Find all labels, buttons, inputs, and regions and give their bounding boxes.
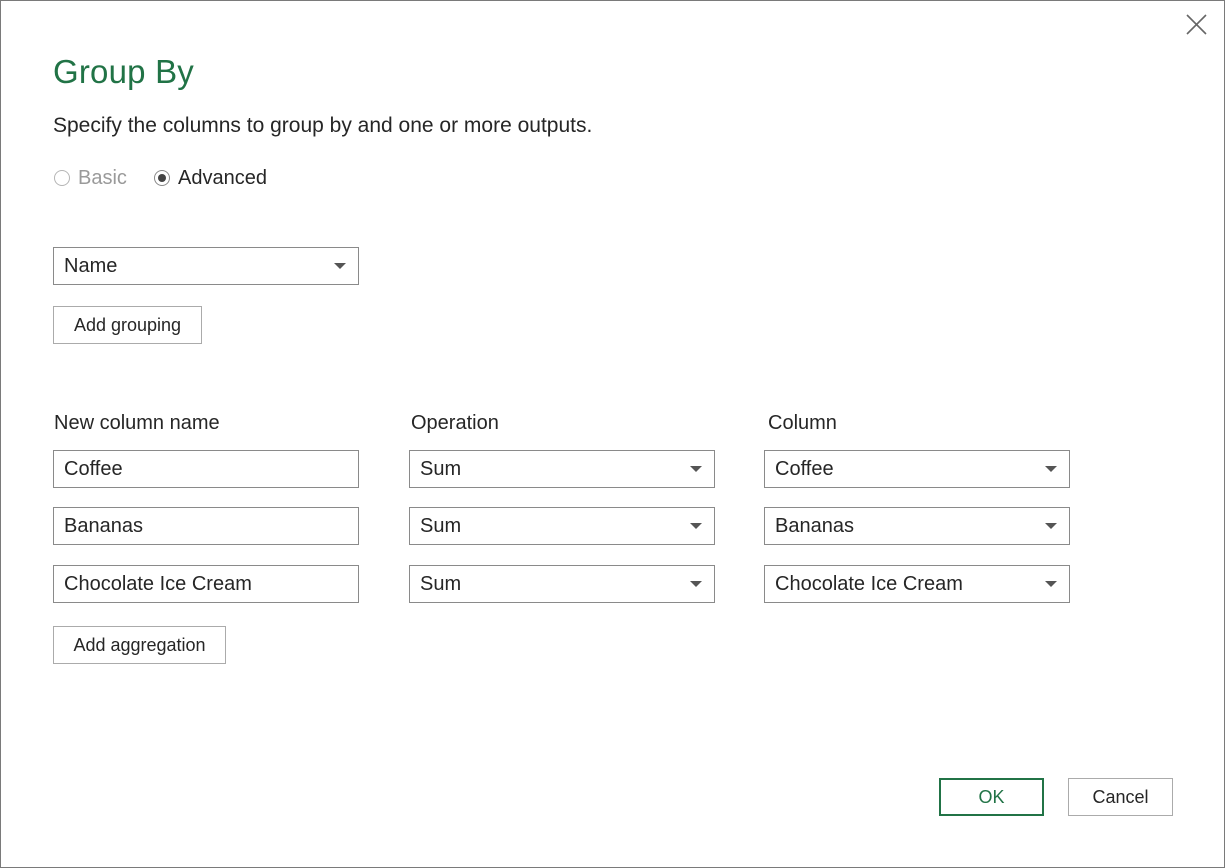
new-column-name-input[interactable]: Coffee bbox=[53, 450, 359, 488]
new-column-name-value: Chocolate Ice Cream bbox=[64, 572, 252, 595]
radio-advanced[interactable]: Advanced bbox=[154, 165, 267, 191]
cancel-button[interactable]: Cancel bbox=[1068, 778, 1173, 816]
close-button[interactable] bbox=[1181, 9, 1213, 41]
new-column-name-value: Bananas bbox=[64, 514, 143, 537]
column-dropdown[interactable]: Bananas bbox=[764, 507, 1070, 545]
column-dropdown[interactable]: Coffee bbox=[764, 450, 1070, 488]
operation-dropdown[interactable]: Sum bbox=[409, 507, 715, 545]
new-column-name-value: Coffee bbox=[64, 457, 123, 480]
chevron-down-icon bbox=[690, 523, 702, 529]
header-operation: Operation bbox=[411, 412, 499, 434]
radio-basic-circle bbox=[54, 170, 70, 186]
operation-dropdown[interactable]: Sum bbox=[409, 450, 715, 488]
radio-basic[interactable]: Basic bbox=[54, 165, 127, 191]
dialog-title: Group By bbox=[53, 53, 194, 90]
column-value: Coffee bbox=[775, 457, 834, 480]
operation-dropdown[interactable]: Sum bbox=[409, 565, 715, 603]
add-grouping-button[interactable]: Add grouping bbox=[53, 306, 202, 344]
grouping-column-dropdown[interactable]: Name bbox=[53, 247, 359, 285]
radio-advanced-circle bbox=[154, 170, 170, 186]
radio-basic-label: Basic bbox=[78, 166, 127, 189]
dialog-subtitle: Specify the columns to group by and one … bbox=[53, 114, 593, 137]
radio-selected-dot bbox=[158, 174, 166, 182]
chevron-down-icon bbox=[1045, 523, 1057, 529]
chevron-down-icon bbox=[690, 466, 702, 472]
operation-value: Sum bbox=[420, 572, 462, 595]
operation-value: Sum bbox=[420, 514, 462, 537]
new-column-name-input[interactable]: Chocolate Ice Cream bbox=[53, 565, 359, 603]
column-value: Chocolate Ice Cream bbox=[775, 572, 963, 595]
group-by-dialog: Group By Specify the columns to group by… bbox=[0, 0, 1225, 868]
chevron-down-icon bbox=[1045, 581, 1057, 587]
close-icon bbox=[1186, 14, 1207, 35]
ok-button[interactable]: OK bbox=[939, 778, 1044, 816]
chevron-down-icon bbox=[690, 581, 702, 587]
header-new-column-name: New column name bbox=[54, 412, 220, 434]
add-aggregation-button[interactable]: Add aggregation bbox=[53, 626, 226, 664]
new-column-name-input[interactable]: Bananas bbox=[53, 507, 359, 545]
chevron-down-icon bbox=[334, 263, 346, 269]
radio-advanced-label: Advanced bbox=[178, 166, 267, 189]
column-value: Bananas bbox=[775, 514, 854, 537]
chevron-down-icon bbox=[1045, 466, 1057, 472]
column-dropdown[interactable]: Chocolate Ice Cream bbox=[764, 565, 1070, 603]
header-column: Column bbox=[768, 412, 837, 434]
grouping-column-value: Name bbox=[64, 254, 118, 277]
operation-value: Sum bbox=[420, 457, 462, 480]
